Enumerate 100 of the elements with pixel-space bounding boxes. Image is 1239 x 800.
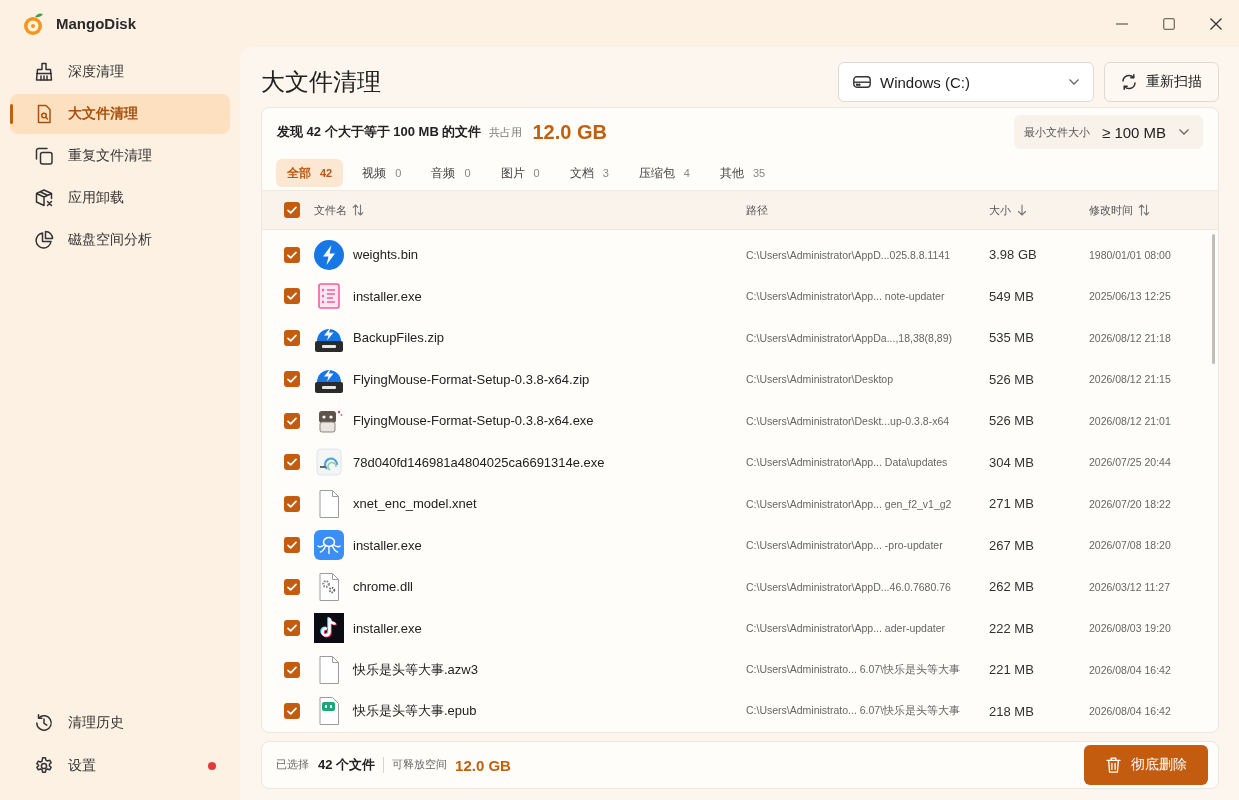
mango-logo-icon — [22, 11, 46, 36]
file-name: installer.exe — [353, 537, 422, 553]
octopus-icon — [314, 530, 344, 561]
delete-button[interactable]: 彻底删除 — [1084, 745, 1208, 785]
sidebar-item[interactable]: 磁盘空间分析 — [10, 220, 230, 260]
file-path: C:\Users\Administrator\App... ader-updater — [746, 622, 945, 635]
swirl-icon — [314, 447, 344, 478]
file-name: 快乐是头等大事.azw3 — [353, 660, 478, 679]
sidebar-item[interactable]: 应用卸载 — [10, 178, 230, 218]
selected-count: 42 个文件 — [318, 756, 376, 774]
history-icon — [34, 713, 54, 733]
filter-tab[interactable]: 图片 0 — [489, 159, 551, 187]
file-size: 549 MB — [989, 288, 1034, 304]
rescan-button[interactable]: 重新扫描 — [1104, 62, 1219, 102]
file-name: 78d040fd146981a4804025ca6691314e.exe — [353, 454, 605, 470]
file-path: C:\Users\Administrator\App... note-updater — [746, 290, 945, 303]
checkbox[interactable] — [284, 288, 300, 305]
file-path: C:\Users\Administrator\AppD...46.0.7680.76 — [746, 580, 951, 593]
file-path: C:\Users\Administrator\App... Data\updates — [746, 456, 948, 469]
modified-time: 2026/08/03 19:20 — [1089, 622, 1171, 635]
settings-icon — [34, 756, 54, 776]
column-header[interactable]: 修改时间 — [1089, 202, 1150, 218]
checkbox[interactable] — [284, 495, 300, 512]
sidebar-item[interactable]: 重复文件清理 — [10, 136, 230, 176]
checkbox[interactable] — [284, 620, 300, 637]
select-all-checkbox[interactable] — [284, 202, 300, 218]
copy-icon — [34, 146, 54, 166]
checkbox[interactable] — [284, 703, 300, 720]
file-name: xnet_enc_model.xnet — [353, 496, 477, 512]
modified-time: 2026/07/25 20:44 — [1089, 456, 1171, 469]
sidebar-item[interactable]: 深度清理 — [10, 52, 230, 92]
file-name: installer.exe — [353, 288, 422, 304]
modified-time: 2025/06/13 12:25 — [1089, 290, 1171, 303]
file-path: C:\Users\Administrator\App... gen_f2_v1_g2 — [746, 497, 952, 510]
file-path: C:\Users\Administrator\AppDa...,18,38(8,89) — [746, 331, 952, 344]
modified-time: 2026/08/12 21:15 — [1089, 373, 1171, 386]
modified-time: 2026/07/08 18:20 — [1089, 539, 1171, 552]
modified-time: 2026/08/12 21:18 — [1089, 331, 1171, 344]
checkbox[interactable] — [284, 537, 300, 554]
lightning-icon — [314, 239, 344, 270]
sidebar-item[interactable]: 清理历史 — [10, 703, 230, 743]
file-size: 304 MB — [989, 454, 1034, 470]
refresh-icon — [1121, 74, 1137, 90]
checkbox[interactable] — [284, 412, 300, 429]
modified-time: 2026/08/04 16:42 — [1089, 705, 1171, 718]
free-space-value: 12.0 GB — [455, 756, 511, 774]
file-name: chrome.dll — [353, 579, 413, 595]
file-path: C:\Users\Administrator\Deskt...up-0.3.8-x64 — [746, 414, 950, 427]
checkbox[interactable] — [284, 454, 300, 471]
checkbox[interactable] — [284, 371, 300, 388]
file-path: C:\Users\Administrato... 6.07\快乐是头等大事 — [746, 704, 961, 719]
scrollbar-thumb[interactable] — [1212, 234, 1215, 364]
file-size: 262 MB — [989, 579, 1034, 595]
filter-tab[interactable]: 其他 35 — [708, 159, 777, 187]
drive-select[interactable]: Windows (C:) — [838, 62, 1094, 102]
checkbox[interactable] — [284, 578, 300, 595]
sidebar-item[interactable]: 大文件清理 — [10, 94, 230, 134]
summary-text: 发现 42 个大于等于 100 MB 的文件 — [277, 123, 482, 141]
checkbox[interactable] — [284, 246, 300, 263]
column-header[interactable]: 大小 — [989, 202, 1028, 218]
trash-icon — [1105, 757, 1121, 773]
page-title: 大文件清理 — [261, 67, 381, 97]
total-label: 共占用 — [489, 124, 523, 140]
file-path: C:\Users\Administrator\App... -pro-updater — [746, 539, 943, 552]
checkbox[interactable] — [284, 661, 300, 678]
app-title: MangoDisk — [56, 15, 136, 32]
maximize-icon — [1162, 17, 1175, 30]
filter-tab[interactable]: 压缩包 4 — [627, 159, 701, 187]
minimize-icon — [1115, 22, 1128, 25]
file-size: 218 MB — [989, 703, 1034, 719]
min-size-select[interactable]: 最小文件大小 ≥ 100 MB — [1014, 115, 1203, 149]
modified-time: 2026/03/12 11:27 — [1089, 580, 1170, 593]
file-size: 221 MB — [989, 662, 1034, 678]
modified-time: 2026/07/20 18:22 — [1089, 497, 1171, 510]
file-name: weights.bin — [353, 247, 419, 263]
music-note-icon — [314, 613, 344, 644]
file-name: FlyingMouse-Format-Setup-0.3.8-x64.zip — [353, 371, 590, 387]
total-size: 12.0 GB — [532, 120, 607, 144]
file-path: C:\Users\Administrato... 6.07\快乐是头等大事 — [746, 662, 961, 677]
file-name: FlyingMouse-Format-Setup-0.3.8-x64.exe — [353, 413, 594, 429]
file-size: 526 MB — [989, 413, 1034, 429]
filter-tab[interactable]: 视频 0 — [351, 159, 413, 187]
checkbox[interactable] — [284, 329, 300, 346]
sidebar-item[interactable]: 设置 — [10, 746, 230, 786]
chevron-down-icon — [1179, 129, 1189, 135]
box-remove-icon — [34, 188, 54, 208]
column-header[interactable]: 路径 — [746, 202, 768, 218]
close-icon — [1209, 17, 1222, 30]
filter-tab[interactable]: 文档 3 — [558, 159, 620, 187]
file-name: installer.exe — [353, 620, 422, 636]
broom-icon — [34, 62, 54, 82]
file-path: C:\Users\Administrator\AppD...025.8.8.1141 — [746, 248, 951, 261]
filter-tab[interactable]: 音频 0 — [420, 159, 482, 187]
filter-tab[interactable]: 全部 42 — [276, 159, 344, 187]
drive-icon — [853, 76, 871, 88]
file-size: 526 MB — [989, 371, 1034, 387]
selected-label: 已选择 — [276, 758, 309, 772]
file-size: 3.98 GB — [989, 247, 1037, 263]
column-header[interactable]: 文件名 — [314, 202, 364, 218]
file-name: BackupFiles.zip — [353, 330, 445, 346]
